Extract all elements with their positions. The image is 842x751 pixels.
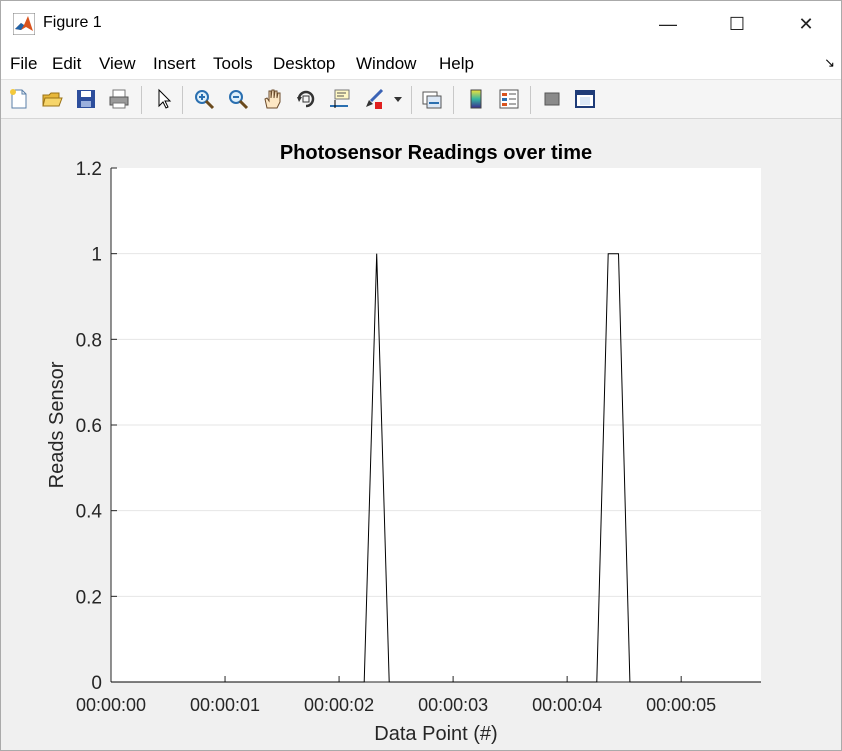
- y-tick-label: 0: [91, 673, 102, 694]
- insert-legend-icon[interactable]: [496, 86, 522, 112]
- dock-arrow-icon[interactable]: ↘: [824, 55, 835, 71]
- x-tick-label: 00:00:04: [532, 695, 602, 715]
- x-tick-label: 00:00:03: [418, 695, 488, 715]
- maximize-button[interactable]: ☐: [702, 1, 772, 47]
- open-file-icon[interactable]: [39, 86, 65, 112]
- menu-desktop[interactable]: Desktop: [273, 54, 335, 74]
- menu-tools[interactable]: Tools: [213, 54, 253, 74]
- show-plot-tools-icon[interactable]: [572, 86, 598, 112]
- y-tick-label: 0.6: [76, 416, 102, 437]
- minimize-icon: —: [659, 13, 677, 34]
- y-axis-label: Reads Sensor: [46, 361, 68, 488]
- menu-bar: File Edit View Insert Tools Desktop Wind…: [1, 47, 841, 80]
- figure-canvas: 0 0.2 0.4 0.6 0.8 1 1.2 00:00:00 00:00:01 00:00:…: [1, 119, 841, 750]
- y-tick-label: 0.2: [76, 587, 102, 608]
- menu-help[interactable]: Help: [439, 54, 474, 74]
- brush-dropdown-icon[interactable]: [391, 86, 405, 112]
- edit-plot-arrow-icon[interactable]: [151, 86, 177, 112]
- link-plot-icon[interactable]: [419, 86, 445, 112]
- figure-window: Figure 1 — ☐ ✕ File Edit View Insert Too…: [0, 0, 842, 751]
- y-tick-label: 1: [91, 245, 102, 266]
- figure-toolbar: [1, 80, 841, 119]
- menu-insert[interactable]: Insert: [153, 54, 196, 74]
- insert-colorbar-icon[interactable]: [463, 86, 489, 112]
- y-tick-label: 0.8: [76, 330, 102, 351]
- zoom-in-icon[interactable]: [191, 86, 217, 112]
- menu-file[interactable]: File: [10, 54, 37, 74]
- menu-view[interactable]: View: [99, 54, 136, 74]
- rotate-3d-icon[interactable]: [293, 86, 319, 112]
- plot-figure: 0 0.2 0.4 0.6 0.8 1 1.2 00:00:00 00:00:01 00:00:…: [46, 142, 761, 745]
- brush-icon[interactable]: [361, 86, 387, 112]
- x-axis-label: Data Point (#): [374, 723, 497, 745]
- close-button[interactable]: ✕: [771, 1, 841, 47]
- menu-window[interactable]: Window: [356, 54, 416, 74]
- matlab-logo-icon: [13, 13, 35, 35]
- save-icon[interactable]: [73, 86, 99, 112]
- maximize-icon: ☐: [728, 13, 746, 34]
- x-tick-label: 00:00:02: [304, 695, 374, 715]
- hide-plot-tools-icon[interactable]: [539, 86, 565, 112]
- toolbar-separator: [141, 86, 142, 114]
- x-tick-label: 00:00:01: [190, 695, 260, 715]
- menu-edit[interactable]: Edit: [52, 54, 81, 74]
- window-title: Figure 1: [43, 14, 102, 31]
- y-tick-label: 1.2: [76, 159, 102, 180]
- toolbar-separator: [530, 86, 531, 114]
- x-tick-label: 00:00:00: [76, 695, 146, 715]
- toolbar-separator: [453, 86, 454, 114]
- new-figure-icon[interactable]: [6, 86, 32, 112]
- toolbar-separator: [182, 86, 183, 114]
- title-bar[interactable]: Figure 1 — ☐ ✕: [1, 1, 841, 47]
- print-icon[interactable]: [106, 86, 132, 112]
- x-tick-label: 00:00:05: [646, 695, 716, 715]
- chart-title: Photosensor Readings over time: [280, 142, 592, 164]
- y-tick-label: 0.4: [76, 502, 103, 523]
- close-icon: ✕: [798, 13, 814, 34]
- pan-hand-icon[interactable]: [259, 86, 285, 112]
- toolbar-separator: [411, 86, 412, 114]
- zoom-out-icon[interactable]: [225, 86, 251, 112]
- data-cursor-icon[interactable]: [326, 86, 352, 112]
- minimize-button[interactable]: —: [633, 1, 703, 47]
